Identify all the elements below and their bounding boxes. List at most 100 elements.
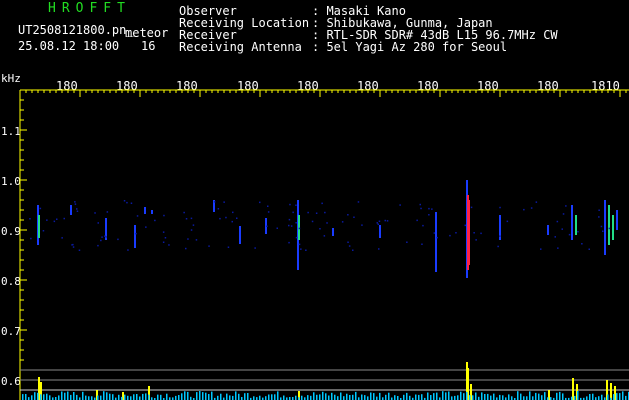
noise-floor-bar [364, 395, 366, 400]
noise-floor-bar [469, 395, 471, 400]
noise-speckle [497, 245, 499, 248]
noise-speckle [192, 224, 195, 226]
noise-floor-bar [535, 392, 537, 400]
noise-speckle [231, 220, 233, 223]
noise-speckle [289, 203, 291, 206]
noise-floor-bar [559, 391, 561, 400]
noise-floor-bar [394, 395, 396, 400]
noise-floor-bar [259, 395, 261, 400]
noise-speckle [386, 220, 389, 222]
noise-floor-bar [370, 392, 372, 400]
noise-floor-bar [103, 391, 105, 400]
noise-floor-bar [208, 394, 210, 400]
noise-floor-bar [373, 393, 375, 400]
noise-floor-bar [211, 391, 213, 400]
plot-axes [19, 89, 629, 400]
noise-floor-bar [301, 395, 303, 400]
noise-floor-bar [97, 395, 99, 400]
noise-floor-bar [484, 394, 486, 400]
noise-speckle [323, 235, 326, 237]
noise-speckle [352, 249, 354, 251]
noise-floor-bar [520, 393, 522, 400]
noise-speckle [74, 203, 77, 205]
noise-floor-bar [322, 391, 324, 400]
noise-floor-bar [313, 392, 315, 400]
noise-floor-bar [235, 391, 237, 400]
noise-speckle [94, 212, 96, 214]
noise-speckle [421, 243, 423, 245]
noise-floor-bar [271, 394, 273, 400]
noise-floor-bar [613, 394, 615, 400]
noise-floor-bar [247, 393, 249, 400]
meteor-echo-layer [29, 180, 618, 278]
noise-floor-bar [589, 394, 591, 400]
noise-floor-bar [544, 392, 546, 400]
noise-floor-bar [148, 394, 150, 400]
noise-floor-bar [388, 392, 390, 400]
noise-speckle [577, 231, 579, 233]
noise-floor-bar [100, 395, 102, 400]
noise-speckle [295, 236, 298, 239]
noise-floor-bar [85, 395, 87, 400]
noise-floor-bar [319, 394, 321, 400]
noise-floor-bar [409, 395, 411, 400]
noise-speckle [126, 201, 128, 204]
noise-floor-bar [175, 395, 177, 400]
noise-floor-bar [166, 393, 168, 400]
noise-speckle [61, 237, 63, 239]
noise-speckle [557, 247, 559, 249]
noise-floor-bar [187, 391, 189, 400]
noise-floor-bar [463, 393, 465, 400]
noise-floor-bar [490, 395, 492, 400]
noise-floor-bar [184, 391, 186, 400]
noise-floor-bar [130, 396, 132, 400]
noise-floor-bar [277, 391, 279, 400]
noise-floor-bar [379, 392, 381, 400]
noise-speckle [562, 213, 565, 215]
noise-floor-bar [142, 393, 144, 400]
noise-floor-bar [178, 395, 180, 400]
noise-speckle [556, 220, 559, 223]
noise-floor-bar [517, 391, 519, 400]
noise-floor-bar [334, 394, 336, 400]
noise-speckle [100, 239, 102, 242]
noise-speckle [101, 236, 103, 238]
noise-speckle [276, 227, 278, 229]
noise-floor-bar [160, 394, 162, 400]
noise-floor-bar [406, 392, 408, 400]
noise-speckle [422, 224, 424, 227]
noise-floor-bar [511, 396, 513, 400]
noise-speckle [311, 220, 314, 223]
noise-speckle [568, 233, 571, 236]
noise-speckle [436, 236, 438, 239]
noise-floor-bar [586, 396, 588, 400]
noise-speckle [290, 225, 293, 227]
noise-floor-bar [70, 394, 72, 400]
noise-floor-bar [196, 392, 198, 400]
noise-floor-bar [619, 393, 621, 400]
noise-speckle [602, 230, 604, 232]
noise-floor-bar [487, 393, 489, 400]
noise-speckle [347, 241, 349, 243]
noise-speckle [561, 228, 563, 230]
noise-speckle [39, 207, 42, 210]
noise-speckle [319, 228, 321, 230]
noise-speckle [74, 201, 76, 203]
noise-speckle [190, 229, 193, 231]
noise-floor-bar [475, 392, 477, 400]
noise-floor-bar [25, 394, 27, 400]
noise-speckle [163, 214, 165, 217]
noise-speckle [227, 246, 230, 248]
noise-speckle [105, 236, 107, 238]
noise-floor-bar [601, 394, 603, 400]
noise-floor-bar [454, 395, 456, 400]
noise-speckle [348, 245, 351, 247]
noise-speckle [480, 232, 482, 235]
noise-speckle [30, 237, 32, 240]
noise-speckle [324, 211, 326, 214]
noise-floor-bar [538, 393, 540, 400]
noise-floor-bar [508, 394, 510, 400]
noise-speckle [307, 211, 309, 214]
noise-floor-bar [139, 396, 141, 400]
noise-speckle [315, 212, 318, 214]
